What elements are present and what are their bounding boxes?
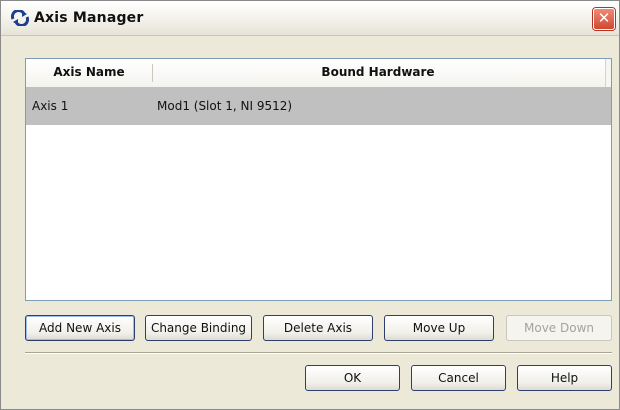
column-header-bound-hardware[interactable]: Bound Hardware	[153, 59, 603, 86]
delete-axis-button[interactable]: Delete Axis	[263, 315, 373, 341]
title-bar[interactable]: Axis Manager ✕	[1, 1, 619, 36]
move-up-button[interactable]: Move Up	[384, 315, 494, 341]
window-title: Axis Manager	[34, 10, 144, 26]
ok-button[interactable]: OK	[305, 365, 400, 391]
help-button[interactable]: Help	[517, 365, 612, 391]
add-new-axis-button[interactable]: Add New Axis	[25, 315, 135, 341]
table-row[interactable]: Axis 1 Mod1 (Slot 1, NI 9512)	[26, 87, 611, 125]
axis-list: Axis Name Bound Hardware Axis 1 Mod1 (Sl…	[25, 58, 612, 301]
cancel-button[interactable]: Cancel	[411, 365, 506, 391]
column-header-axis-name[interactable]: Axis Name	[26, 59, 152, 86]
close-button[interactable]: ✕	[593, 8, 615, 30]
axis-manager-icon	[10, 8, 30, 28]
cell-bound-hardware: Mod1 (Slot 1, NI 9512)	[157, 99, 293, 113]
list-header: Axis Name Bound Hardware	[26, 59, 611, 88]
separator-line	[25, 352, 612, 354]
move-down-button[interactable]: Move Down	[506, 315, 612, 341]
close-icon: ✕	[597, 9, 611, 27]
cell-axis-name: Axis 1	[32, 99, 69, 113]
change-binding-button[interactable]: Change Binding	[145, 315, 252, 341]
header-scroll-edge	[605, 59, 611, 87]
axis-manager-dialog: Axis Manager ✕ Axis Name Bound Hardware …	[0, 0, 620, 410]
